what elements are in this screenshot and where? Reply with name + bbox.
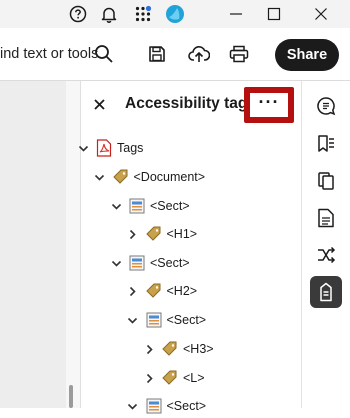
scrollbar-thumb[interactable]: [69, 385, 73, 408]
tree-node-label: <H1>: [166, 227, 198, 241]
tag-icon: [145, 225, 163, 243]
accessibility-tags-panel: Accessibility tags ··· Tags <Document> <Se…: [78, 81, 301, 414]
chevron-down-icon[interactable]: [94, 171, 106, 183]
tree-node[interactable]: <Document>: [94, 165, 206, 189]
chevron-down-icon[interactable]: [127, 400, 139, 412]
right-tool-rail: [301, 81, 350, 408]
tree-node-label: Tags: [117, 141, 144, 155]
panel-title: Accessibility tags: [125, 95, 256, 112]
more-options-icon: ···: [258, 92, 280, 112]
apps-grid-icon[interactable]: [133, 4, 153, 24]
close-panel-icon[interactable]: [91, 96, 107, 112]
tree-node[interactable]: <L>: [143, 366, 205, 390]
section-icon: [128, 254, 146, 272]
upload-cloud-icon[interactable]: [186, 41, 212, 67]
tree-node-label: <Sect>: [150, 199, 190, 213]
tag-icon: [161, 340, 179, 358]
notifications-bell-icon[interactable]: [99, 4, 119, 24]
tree-node[interactable]: <H1>: [127, 222, 198, 246]
search-placeholder-text[interactable]: ind text or tools: [0, 46, 98, 62]
close-window-icon[interactable]: [311, 4, 331, 24]
chevron-right-icon[interactable]: [127, 228, 139, 240]
vertical-scrollbar[interactable]: [66, 81, 81, 408]
chevron-right-icon[interactable]: [127, 285, 139, 297]
tree-node-label: <Sect>: [166, 399, 207, 413]
accessibility-tags-icon[interactable]: [310, 276, 342, 308]
section-icon: [145, 397, 163, 415]
chevron-down-icon[interactable]: [77, 142, 89, 154]
chevron-down-icon[interactable]: [110, 257, 122, 269]
tree-node-label: <Sect>: [150, 256, 190, 270]
save-icon[interactable]: [144, 41, 170, 67]
share-button[interactable]: Share: [275, 39, 339, 71]
user-avatar-icon[interactable]: [165, 4, 185, 24]
tag-icon: [161, 369, 179, 387]
tree-node[interactable]: <Sect>: [127, 394, 207, 418]
tree-node[interactable]: <Sect>: [110, 194, 190, 218]
chevron-down-icon[interactable]: [127, 314, 139, 326]
print-icon[interactable]: [226, 41, 252, 67]
tree-node[interactable]: <H3>: [143, 337, 214, 361]
window-title-bar: [0, 0, 350, 28]
more-options-button[interactable]: ···: [244, 87, 294, 123]
tree-node-label: <H2>: [166, 284, 198, 298]
tree-node[interactable]: <H2>: [127, 279, 198, 303]
tree-node[interactable]: <Sect>: [110, 251, 190, 275]
tree-node-label: <Document>: [133, 170, 206, 184]
tree-node[interactable]: <Sect>: [127, 308, 207, 332]
maximize-window-icon[interactable]: [264, 4, 284, 24]
tree-node[interactable]: Tags: [77, 136, 143, 160]
section-icon: [145, 311, 163, 329]
share-nodes-icon[interactable]: [310, 239, 342, 271]
document-canvas[interactable]: [0, 81, 66, 408]
tree-node-label: <H3>: [183, 342, 214, 356]
help-icon[interactable]: [68, 4, 88, 24]
tag-icon: [145, 282, 163, 300]
copy-pages-icon[interactable]: [310, 165, 342, 197]
main-toolbar: ind text or tools Share: [0, 28, 350, 81]
document-icon[interactable]: [310, 202, 342, 234]
chevron-right-icon[interactable]: [143, 343, 155, 355]
pdf-icon: [95, 139, 113, 157]
chevron-down-icon[interactable]: [110, 200, 122, 212]
section-icon: [128, 197, 146, 215]
chevron-right-icon[interactable]: [143, 372, 155, 384]
comment-icon[interactable]: [310, 90, 342, 122]
search-icon[interactable]: [91, 41, 117, 67]
tag-icon: [112, 168, 130, 186]
bookmark-list-icon[interactable]: [310, 128, 342, 160]
tree-node-label: <L>: [183, 371, 205, 385]
minimize-window-icon[interactable]: [226, 4, 246, 24]
tree-node-label: <Sect>: [166, 313, 207, 327]
